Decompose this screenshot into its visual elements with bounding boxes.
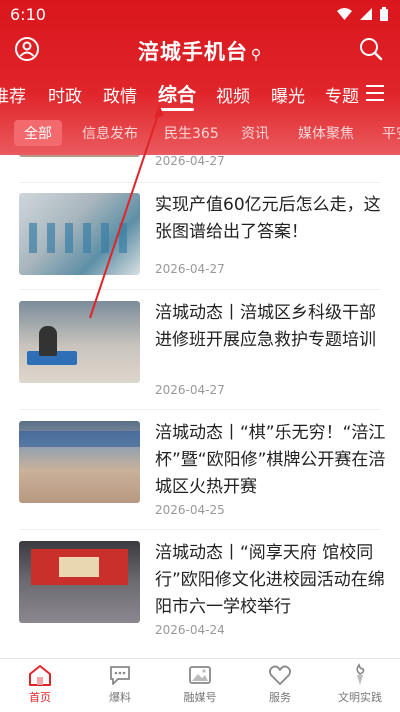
heart-icon — [268, 665, 292, 685]
nav-label: 服务 — [269, 691, 291, 704]
nav-label: 爆料 — [109, 691, 131, 704]
annotation-arrow — [89, 104, 164, 319]
nav-rongmeihao[interactable]: 融媒号 — [160, 663, 240, 705]
image-icon — [189, 666, 211, 684]
nav-label: 首页 — [29, 691, 51, 704]
nav-label: 融媒号 — [183, 691, 217, 704]
bottom-navigation: 首页 爆料 融媒号 服务 文明实践 — [0, 658, 400, 712]
nav-baoliao[interactable]: 爆料 — [80, 663, 160, 705]
home-icon — [29, 665, 51, 686]
nav-home[interactable]: 首页 — [0, 663, 80, 705]
torch-icon — [356, 663, 365, 685]
nav-fuwu[interactable]: 服务 — [240, 663, 320, 705]
nav-label: 文明实践 — [338, 691, 382, 704]
nav-wenming[interactable]: 文明实践 — [320, 663, 400, 705]
chat-bubble-icon — [110, 666, 130, 685]
